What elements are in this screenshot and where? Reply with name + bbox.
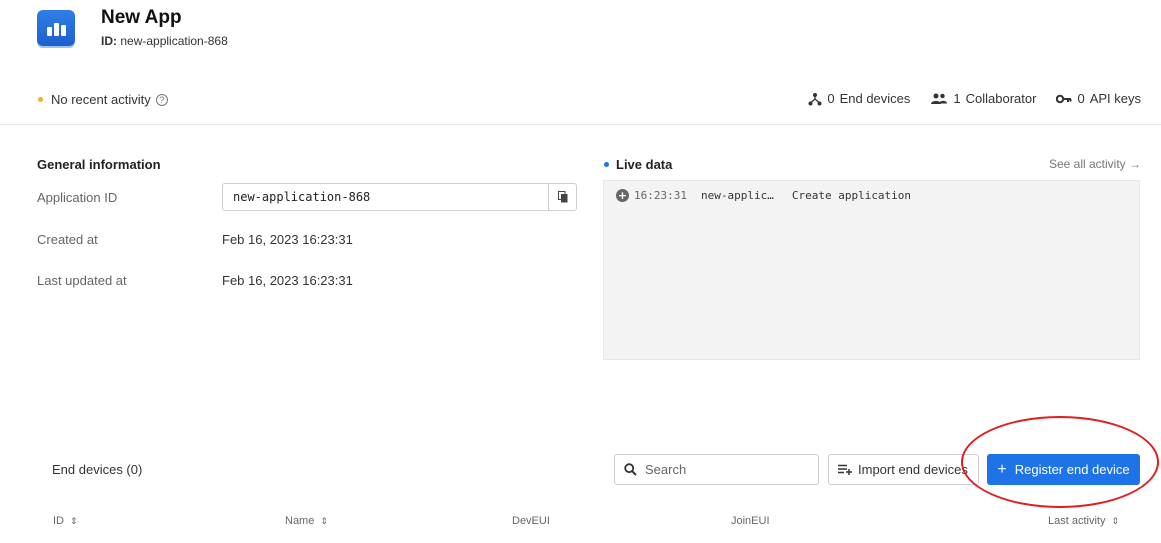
status-text: No recent activity (51, 92, 151, 107)
app-id-value: new-application-868 (120, 34, 228, 48)
last-updated-value: Feb 16, 2023 16:23:31 (222, 273, 353, 288)
sort-icon: ⇕ (320, 515, 328, 526)
stat-count: 0 (827, 91, 835, 106)
stat-label: API keys (1089, 91, 1141, 106)
event-description: Create application (791, 189, 912, 202)
column-label: JoinEUI (731, 515, 770, 527)
stat-label: Collaborator (965, 91, 1037, 106)
collaborators-icon (931, 93, 948, 104)
sort-icon: ⇕ (1111, 515, 1120, 526)
devices-icon (808, 92, 822, 105)
stat-count: 0 (1077, 91, 1085, 106)
import-end-devices-button[interactable]: Import end devices (828, 454, 979, 485)
activity-status: No recent activity ? (38, 92, 168, 107)
live-data-title: Live data (604, 157, 672, 172)
event-time: 16:23:31 (634, 189, 687, 202)
app-id-label: ID: (101, 34, 117, 48)
column-header-id[interactable]: ID ⇕ (53, 515, 78, 527)
plus-icon: + (997, 460, 1007, 478)
column-label: ID (53, 515, 64, 527)
last-updated-label: Last updated at (37, 273, 127, 288)
live-data-panel: + 16:23:31 new-applic… Create applicatio… (603, 180, 1140, 360)
stat-collaborators[interactable]: 1 Collaborator (930, 91, 1036, 106)
status-dot (38, 97, 43, 102)
column-header-last-activity[interactable]: Last activity ⇕ (1048, 515, 1119, 527)
sort-icon: ⇕ (70, 515, 78, 526)
column-header-name[interactable]: Name ⇕ (285, 515, 328, 527)
live-dot (604, 162, 609, 167)
create-event-icon: + (616, 189, 629, 202)
stat-label: End devices (839, 91, 911, 106)
column-label: Last activity (1048, 515, 1106, 527)
register-button-label: Register end device (1014, 462, 1130, 477)
search-icon (624, 463, 637, 476)
column-label: DevEUI (512, 515, 550, 527)
stat-api-keys[interactable]: 0 API keys (1056, 91, 1141, 106)
import-list-icon (838, 464, 852, 475)
column-label: Name (285, 515, 315, 527)
header-divider (0, 124, 1161, 125)
search-input[interactable] (645, 462, 805, 477)
general-info-title: General information (37, 157, 161, 172)
event-row[interactable]: + 16:23:31 new-applic… Create applicatio… (616, 189, 911, 202)
search-field[interactable] (614, 454, 819, 485)
app-icon (37, 10, 75, 46)
end-devices-title: End devices (0) (52, 462, 143, 477)
app-stats: 0 End devices 1 Collaborator 0 API keys (808, 91, 1141, 106)
stat-end-devices[interactable]: 0 End devices (808, 91, 910, 106)
import-button-label: Import end devices (858, 462, 968, 477)
application-id-value[interactable]: new-application-868 (223, 190, 548, 204)
live-data-label: Live data (616, 157, 673, 172)
application-id-label: Application ID (37, 190, 118, 205)
created-at-value: Feb 16, 2023 16:23:31 (222, 232, 353, 247)
created-at-label: Created at (37, 232, 98, 247)
column-header-deveui: DevEUI (512, 515, 550, 527)
register-end-device-button[interactable]: + Register end device (987, 454, 1140, 485)
help-icon[interactable]: ? (155, 93, 168, 106)
application-id-field[interactable]: new-application-868 (222, 183, 577, 211)
stat-count: 1 (953, 91, 961, 106)
column-header-joineui: JoinEUI (731, 515, 770, 527)
see-all-activity-link[interactable]: See all activity → (1049, 157, 1141, 171)
app-id: ID: new-application-868 (101, 34, 228, 48)
app-title: New App (101, 7, 182, 28)
key-icon (1056, 94, 1072, 103)
copy-button[interactable] (548, 184, 576, 210)
event-entity: new-applic… (700, 189, 774, 202)
copy-icon (557, 191, 567, 203)
